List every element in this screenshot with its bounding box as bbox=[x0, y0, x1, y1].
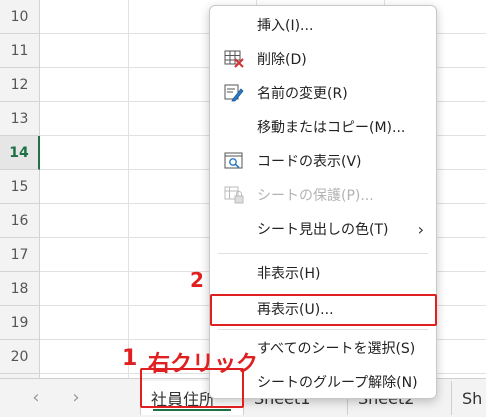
next-sheet-icon[interactable]: › bbox=[66, 387, 86, 408]
menu-item-rename[interactable]: 名前の変更(R) bbox=[210, 76, 436, 110]
menu-item-delete[interactable]: 削除(D) bbox=[210, 42, 436, 76]
row-header-active[interactable]: 14 bbox=[0, 136, 40, 170]
prev-sheet-icon[interactable]: ‹ bbox=[26, 387, 46, 408]
step-1-instruction: 右クリック bbox=[148, 352, 259, 377]
submenu-arrow-icon: › bbox=[417, 219, 424, 239]
row-header[interactable]: 16 bbox=[0, 204, 40, 238]
row-header[interactable]: 17 bbox=[0, 238, 40, 272]
menu-item-view-code[interactable]: コードの表示(V) bbox=[210, 144, 436, 178]
sheet-tab-context-menu: 挿入(I)... 削除(D) 名前の変更(R) 移動またはコピー(M)... コ… bbox=[209, 5, 437, 399]
sheet-tab-label: Sh bbox=[462, 388, 483, 408]
menu-item-tab-color[interactable]: シート見出しの色(T) › bbox=[210, 212, 436, 246]
row-header[interactable]: 19 bbox=[0, 306, 40, 340]
unhide-highlight-box bbox=[210, 294, 437, 326]
sheet-tab[interactable]: Sh bbox=[452, 381, 486, 415]
protect-sheet-icon bbox=[224, 186, 244, 204]
step-2-marker: 2 bbox=[190, 268, 204, 292]
menu-separator bbox=[218, 329, 428, 330]
menu-separator bbox=[218, 253, 428, 254]
step-1-marker: 1 bbox=[122, 346, 138, 371]
menu-item-insert[interactable]: 挿入(I)... bbox=[210, 8, 436, 42]
row-header[interactable]: 20 bbox=[0, 340, 40, 374]
row-header[interactable]: 12 bbox=[0, 68, 40, 102]
row-header[interactable]: 18 bbox=[0, 272, 40, 306]
menu-item-move-copy[interactable]: 移動またはコピー(M)... bbox=[210, 110, 436, 144]
row-header[interactable]: 10 bbox=[0, 0, 40, 34]
row-header[interactable]: 11 bbox=[0, 34, 40, 68]
rename-pencil-icon bbox=[224, 84, 244, 102]
menu-item-protect-sheet: シートの保護(P)... bbox=[210, 178, 436, 212]
row-header[interactable]: 13 bbox=[0, 102, 40, 136]
active-tab-underline bbox=[153, 409, 231, 411]
row-header[interactable]: 15 bbox=[0, 170, 40, 204]
delete-sheet-icon bbox=[224, 50, 244, 68]
menu-item-hide[interactable]: 非表示(H) bbox=[210, 256, 436, 290]
view-code-icon bbox=[224, 152, 244, 170]
